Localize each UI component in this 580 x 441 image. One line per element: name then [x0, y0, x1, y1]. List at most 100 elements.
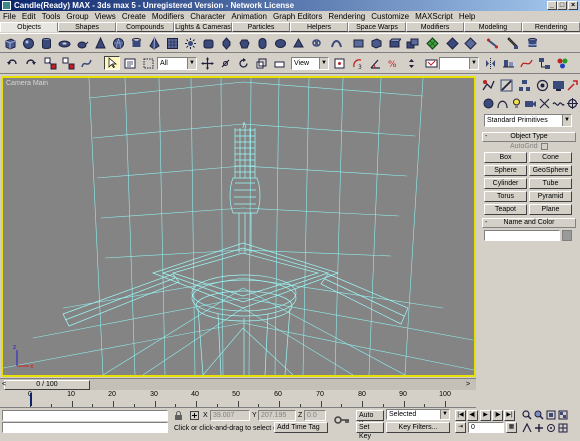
- motion-tab-icon[interactable]: [536, 79, 549, 92]
- squash-icon[interactable]: [273, 57, 286, 70]
- zoom-icon[interactable]: [522, 410, 532, 420]
- slider-right-arrow-icon[interactable]: >: [466, 381, 470, 388]
- maximize-viewport-icon[interactable]: [558, 423, 568, 433]
- selection-filter-dropdown[interactable]: All ▼: [157, 57, 197, 70]
- primitive-category-dropdown[interactable]: Standard Primitives ▼: [484, 114, 572, 127]
- camera-viewport[interactable]: Camera Main z x: [1, 76, 476, 377]
- cone-button[interactable]: Cone: [529, 152, 572, 163]
- menu-animation[interactable]: Animation: [228, 11, 270, 22]
- named-selection-dropdown[interactable]: ▼: [439, 57, 479, 70]
- field-of-view-icon[interactable]: [522, 423, 532, 433]
- maxscript-output-field[interactable]: [2, 422, 168, 433]
- unlink-selection-icon[interactable]: [62, 57, 75, 70]
- menu-rendering[interactable]: Rendering: [325, 11, 368, 22]
- object-name-field[interactable]: [484, 230, 560, 241]
- cone-icon[interactable]: [94, 37, 107, 50]
- current-frame-marker[interactable]: [30, 393, 32, 406]
- teapot-icon[interactable]: [76, 37, 89, 50]
- align-icon[interactable]: [502, 57, 515, 70]
- redo-icon[interactable]: [24, 57, 37, 70]
- menu-maxscript[interactable]: MAXScript: [412, 11, 456, 22]
- bone-icon[interactable]: [486, 37, 499, 50]
- schematic-view-icon[interactable]: [538, 57, 551, 70]
- menu-views[interactable]: Views: [92, 11, 119, 22]
- systems-category-icon[interactable]: [566, 97, 579, 110]
- time-slider[interactable]: 0 / 100: [4, 380, 90, 390]
- capsule-icon[interactable]: [256, 37, 269, 50]
- tab-shapes[interactable]: Shapes: [58, 22, 116, 32]
- slider-left-arrow-icon[interactable]: <: [2, 381, 6, 388]
- tab-space-warps[interactable]: Space Warps: [348, 22, 406, 32]
- maximize-button[interactable]: □: [557, 1, 567, 10]
- reference-coord-dropdown[interactable]: View ▼: [291, 57, 329, 70]
- percent-snap-icon[interactable]: %: [387, 57, 400, 70]
- cylinder-stack-icon[interactable]: [526, 37, 539, 50]
- select-and-link-icon[interactable]: [44, 57, 57, 70]
- zoom-extents-all-icon[interactable]: [558, 410, 568, 420]
- current-frame-field[interactable]: 0: [468, 422, 504, 433]
- l-ext-icon[interactable]: [370, 37, 383, 50]
- box-icon[interactable]: [4, 37, 17, 50]
- select-and-move-2-icon[interactable]: [219, 57, 232, 70]
- chamfer-box-icon[interactable]: [202, 37, 215, 50]
- menu-help[interactable]: Help: [456, 11, 478, 22]
- geosphere-button[interactable]: GeoSphere: [529, 165, 572, 176]
- go-to-start-icon[interactable]: |◀: [455, 410, 466, 421]
- material-editor-icon[interactable]: [556, 57, 569, 70]
- tab-rendering[interactable]: Rendering: [522, 22, 580, 32]
- geometry-category-icon[interactable]: [482, 97, 495, 110]
- torus-button[interactable]: Torus: [484, 191, 527, 202]
- shapes-category-icon[interactable]: [496, 97, 509, 110]
- teapot-button[interactable]: Teapot: [484, 204, 527, 215]
- add-time-tag-button[interactable]: Add Time Tag: [274, 422, 328, 433]
- minimize-button[interactable]: _: [547, 1, 557, 10]
- space-warps-category-icon[interactable]: [552, 97, 565, 110]
- hierarchy-tab-icon[interactable]: [518, 79, 531, 92]
- pyramid-icon[interactable]: [148, 37, 161, 50]
- key-mode-dropdown[interactable]: Selected ▼: [386, 409, 450, 420]
- tab-helpers[interactable]: Helpers: [290, 22, 348, 32]
- select-and-rotate-icon[interactable]: [237, 57, 250, 70]
- lock-selection-icon[interactable]: [174, 411, 183, 420]
- time-configuration-icon[interactable]: ▦: [506, 422, 517, 433]
- menu-group[interactable]: Group: [63, 11, 91, 22]
- spindle-icon[interactable]: [220, 37, 233, 50]
- angle-snap-icon[interactable]: [369, 57, 382, 70]
- set-key-button[interactable]: Set Key: [356, 422, 384, 440]
- cameras-category-icon[interactable]: [524, 97, 537, 110]
- tab-particles[interactable]: Particles: [232, 22, 290, 32]
- menu-create[interactable]: Create: [119, 11, 149, 22]
- box-stack-icon[interactable]: [406, 37, 419, 50]
- c-ext-icon[interactable]: [388, 37, 401, 50]
- viewport-label[interactable]: Camera Main: [6, 80, 48, 87]
- ringwave-icon[interactable]: [352, 37, 365, 50]
- play-icon[interactable]: ▶: [480, 410, 491, 421]
- absolute-mode-icon[interactable]: [190, 411, 199, 420]
- helpers-category-icon[interactable]: [538, 97, 551, 110]
- tab-lights-cameras[interactable]: Lights & Cameras: [174, 22, 232, 32]
- undo-icon[interactable]: [6, 57, 19, 70]
- diamond-blue-2-icon[interactable]: [464, 37, 477, 50]
- lights-category-icon[interactable]: [510, 97, 523, 110]
- cylinder-button[interactable]: Cylinder: [484, 178, 527, 189]
- set-key-icon[interactable]: [334, 415, 350, 425]
- pyramid-button[interactable]: Pyramid: [529, 191, 572, 202]
- torus-icon[interactable]: [58, 37, 71, 50]
- utilities-tab-icon[interactable]: [566, 79, 579, 92]
- light-icon[interactable]: [184, 37, 197, 50]
- hose-icon[interactable]: [330, 37, 343, 50]
- menu-character[interactable]: Character: [187, 11, 228, 22]
- grid-green-icon[interactable]: [426, 37, 439, 50]
- sphere-icon[interactable]: [22, 37, 35, 50]
- tab-compounds[interactable]: Compounds: [116, 22, 174, 32]
- object-color-swatch[interactable]: [562, 230, 572, 241]
- tab-modifiers[interactable]: Modifiers: [406, 22, 464, 32]
- tab-objects[interactable]: Objects: [0, 22, 58, 32]
- torus-knot-icon[interactable]: [310, 37, 323, 50]
- menu-file[interactable]: File: [0, 11, 19, 22]
- select-and-scale-icon[interactable]: [255, 57, 268, 70]
- geosphere-icon[interactable]: [112, 37, 125, 50]
- close-button[interactable]: ×: [568, 1, 578, 10]
- diamond-blue-icon[interactable]: [446, 37, 459, 50]
- zoom-all-icon[interactable]: [534, 410, 544, 420]
